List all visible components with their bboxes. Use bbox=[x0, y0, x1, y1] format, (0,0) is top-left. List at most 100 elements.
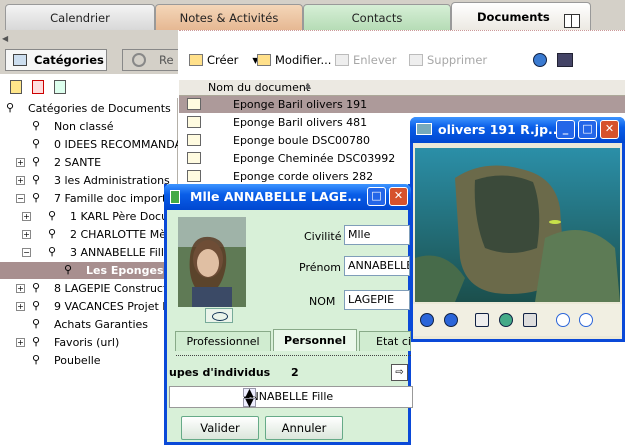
tree-item[interactable]: + ⚲ Favoris (url) bbox=[0, 334, 178, 351]
paperclip-icon: ⚲ bbox=[32, 317, 41, 330]
nom-value: LAGEPIE bbox=[348, 293, 395, 306]
tree-item-label: 2 CHARLOTTE Mère bbox=[70, 228, 178, 241]
tab-personnel[interactable]: Personnel bbox=[273, 329, 357, 351]
tree-item[interactable]: ⚲ 0 IDEES RECOMMANDA bbox=[0, 136, 178, 153]
tree-item-label: 3 les Administrations bbox=[54, 174, 170, 187]
top-tab-bar: Calendrier Notes & Activités Contacts Do… bbox=[0, 0, 625, 30]
search-tab-label: Re bbox=[159, 53, 174, 67]
tab-label: Notes & Activités bbox=[179, 10, 279, 25]
tab-label: Professionnel bbox=[186, 335, 260, 348]
modify-label: Modifier... bbox=[275, 53, 332, 67]
paperclip-icon: ⚲ bbox=[32, 191, 41, 204]
prenom-field[interactable]: ANNABELLE bbox=[344, 256, 410, 276]
slideshow-icon[interactable] bbox=[523, 313, 537, 327]
tree-item[interactable]: ⚲ Catégories de Documents bbox=[0, 100, 178, 117]
tree-item[interactable]: ⚲ Les Eponges bbox=[0, 262, 178, 279]
close-button[interactable]: ✕ bbox=[600, 120, 619, 139]
delete-label: Supprimer bbox=[427, 53, 488, 67]
minimize-button[interactable]: _ bbox=[556, 120, 575, 139]
tab-contacts[interactable]: Contacts bbox=[303, 4, 451, 30]
tab-professionnel[interactable]: Professionnel bbox=[175, 331, 271, 351]
paperclip-icon: ⚲ bbox=[32, 155, 41, 168]
tab-documents[interactable]: Documents bbox=[451, 2, 591, 30]
tree-item[interactable]: ⚲ Achats Garanties bbox=[0, 316, 178, 333]
expand-icon[interactable]: + bbox=[16, 284, 25, 293]
view-photo-button[interactable] bbox=[205, 308, 233, 323]
civilite-field[interactable]: Mlle bbox=[344, 225, 410, 245]
members-list[interactable]: ANNABELLE Fille ▲ ▼ bbox=[169, 386, 413, 408]
tab-calendrier[interactable]: Calendrier bbox=[5, 4, 155, 30]
nom-label: NOM bbox=[309, 295, 336, 308]
edit-category-icon[interactable] bbox=[54, 80, 66, 94]
paperclip-icon: ⚲ bbox=[32, 353, 41, 366]
create-button[interactable]: Créer ▼ bbox=[189, 53, 259, 67]
delete-button[interactable]: Supprimer bbox=[409, 53, 487, 67]
viewer-titlebar[interactable]: olivers 191 R.jp... _ □ ✕ bbox=[410, 117, 625, 143]
tab-label: Personnel bbox=[284, 334, 346, 347]
modify-button[interactable]: Modifier... bbox=[257, 53, 331, 67]
column-header[interactable]: Nom du document ▲ bbox=[179, 80, 625, 96]
delete-icon bbox=[409, 54, 423, 66]
cancel-label: Annuler bbox=[281, 421, 327, 435]
tree-item[interactable]: + ⚲ 2 CHARLOTTE Mère bbox=[0, 226, 178, 243]
tree-item[interactable]: + ⚲ 1 KARL Père Docum bbox=[0, 208, 178, 225]
tree-item[interactable]: ⚲ Poubelle bbox=[0, 352, 178, 369]
paperclip-icon: ⚲ bbox=[32, 137, 41, 150]
paperclip-icon: ⚲ bbox=[32, 335, 41, 348]
search-tab[interactable]: Re bbox=[122, 49, 178, 71]
zoom-out-icon[interactable] bbox=[579, 313, 593, 327]
tab-etat-civil[interactable]: Etat civ bbox=[359, 331, 411, 351]
tree-item[interactable]: − ⚲ 3 ANNABELLE Fille bbox=[0, 244, 178, 261]
expand-icon[interactable]: + bbox=[16, 176, 25, 185]
arrow-right-icon[interactable]: ⇨ bbox=[391, 364, 408, 381]
expand-icon[interactable]: + bbox=[22, 230, 31, 239]
paperclip-icon: ⚲ bbox=[32, 119, 41, 132]
cancel-button[interactable]: Annuler bbox=[265, 416, 343, 440]
collapse-icon[interactable]: − bbox=[16, 194, 25, 203]
previous-icon[interactable] bbox=[420, 313, 434, 327]
tree-item[interactable]: + ⚲ 3 les Administrations bbox=[0, 172, 178, 189]
expand-icon[interactable]: + bbox=[16, 338, 25, 347]
tree-item[interactable]: + ⚲ 2 SANTE bbox=[0, 154, 178, 171]
nom-field[interactable]: LAGEPIE bbox=[344, 290, 410, 310]
scroll-down-icon[interactable]: ▼ bbox=[243, 397, 256, 408]
collapse-arrow-icon[interactable]: ◀ bbox=[2, 34, 8, 43]
groups-row: upes d'individus 2 ⇨ bbox=[167, 362, 411, 384]
globe-icon[interactable] bbox=[533, 53, 547, 67]
tab-notes-activites[interactable]: Notes & Activités bbox=[155, 4, 303, 30]
validate-button[interactable]: Valider bbox=[181, 416, 259, 440]
remove-button[interactable]: Enlever bbox=[335, 53, 396, 67]
new-category-icon[interactable] bbox=[10, 80, 22, 94]
categories-tab[interactable]: Catégories bbox=[5, 49, 107, 71]
maximize-button[interactable]: □ bbox=[367, 187, 386, 206]
categories-icon bbox=[13, 54, 27, 66]
book-icon bbox=[564, 14, 580, 28]
member-item[interactable]: ANNABELLE Fille bbox=[243, 390, 333, 403]
expand-icon[interactable]: + bbox=[16, 302, 25, 311]
binoculars-icon[interactable] bbox=[557, 53, 573, 67]
contact-titlebar[interactable]: Mlle ANNABELLE LAGE... □ ✕ bbox=[164, 184, 411, 210]
document-name: Eponge Cheminée DSC03992 bbox=[233, 152, 396, 165]
tree-item-label: 3 ANNABELLE Fille bbox=[70, 246, 171, 259]
next-icon[interactable] bbox=[444, 313, 458, 327]
tree-item-label: 8 LAGEPIE Construction bbox=[54, 282, 178, 295]
close-button[interactable]: ✕ bbox=[389, 187, 408, 206]
delete-category-icon[interactable] bbox=[32, 80, 44, 94]
image-viewer-window: olivers 191 R.jp... _ □ ✕ bbox=[410, 117, 625, 342]
tree-item-label: 2 SANTE bbox=[54, 156, 102, 169]
document-row[interactable]: Eponge Baril olivers 191 bbox=[179, 96, 625, 113]
tab-label: Etat civ bbox=[376, 335, 411, 348]
expand-icon[interactable]: + bbox=[22, 212, 31, 221]
tree-item[interactable]: ⚲ Non classé bbox=[0, 118, 178, 135]
document-name: Eponge Baril olivers 191 bbox=[233, 98, 368, 111]
collapse-icon[interactable]: − bbox=[22, 248, 31, 257]
actual-size-icon[interactable] bbox=[499, 313, 513, 327]
tree-item[interactable]: + ⚲ 8 LAGEPIE Construction bbox=[0, 280, 178, 297]
tree-item[interactable]: + ⚲ 9 VACANCES Projet Rés bbox=[0, 298, 178, 315]
tree-item[interactable]: − ⚲ 7 Famille doc importants bbox=[0, 190, 178, 207]
expand-icon[interactable]: + bbox=[16, 158, 25, 167]
zoom-in-icon[interactable] bbox=[556, 313, 570, 327]
fit-icon[interactable] bbox=[475, 313, 489, 327]
paperclip-icon: ⚲ bbox=[32, 281, 41, 294]
maximize-button[interactable]: □ bbox=[578, 120, 597, 139]
